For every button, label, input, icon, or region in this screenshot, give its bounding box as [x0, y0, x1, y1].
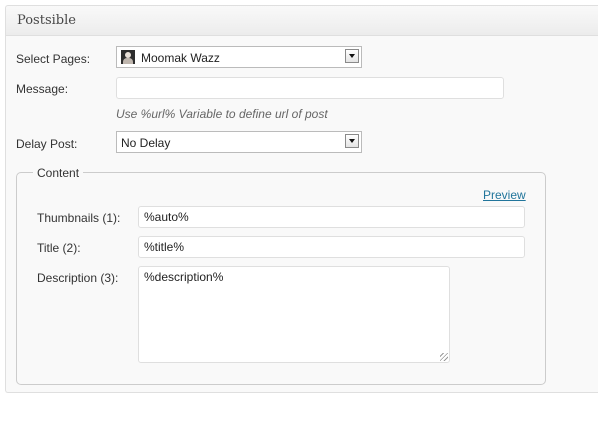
title-label: Title (2):: [37, 241, 81, 255]
message-input[interactable]: [116, 77, 504, 99]
description-label: Description (3):: [37, 271, 119, 285]
chevron-down-icon[interactable]: [345, 134, 359, 148]
user-avatar-icon: [121, 50, 135, 64]
resize-grip-icon[interactable]: [440, 353, 448, 361]
delay-post-dropdown[interactable]: No Delay: [116, 131, 362, 153]
title-input[interactable]: [138, 236, 525, 258]
panel-header: Postsible: [6, 6, 598, 36]
select-pages-value: Moomak Wazz: [141, 51, 220, 65]
chevron-down-icon[interactable]: [345, 49, 359, 63]
delay-post-label: Delay Post:: [16, 137, 78, 151]
content-legend: Content: [33, 166, 84, 180]
message-hint: Use %url% Variable to define url of post: [116, 107, 328, 121]
select-pages-label: Select Pages:: [16, 52, 91, 66]
select-pages-dropdown[interactable]: Moomak Wazz: [116, 46, 362, 68]
message-label: Message:: [16, 82, 69, 96]
panel-title: Postsible: [17, 13, 76, 28]
description-textarea[interactable]: %description%: [138, 266, 450, 363]
delay-post-value: No Delay: [121, 136, 171, 150]
preview-link[interactable]: Preview: [483, 188, 526, 202]
thumbnails-input[interactable]: [138, 206, 525, 228]
thumbnails-label: Thumbnails (1):: [37, 211, 121, 225]
